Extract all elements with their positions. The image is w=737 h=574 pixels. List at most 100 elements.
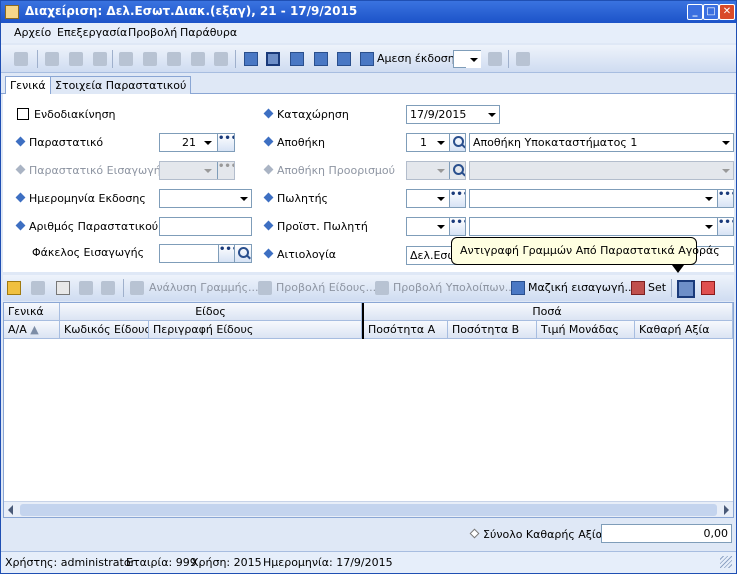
intra-transfer-checkbox[interactable]: Ενδοδιακίνηση — [17, 108, 116, 121]
salesman-code-field[interactable]: ••• — [406, 189, 466, 208]
registration-label: Καταχώρηση — [263, 108, 349, 121]
document-label: Παραστατικό — [15, 136, 103, 149]
menu-edit[interactable]: Επεξεργασία — [57, 26, 127, 39]
scrollbar-thumb[interactable] — [20, 504, 717, 516]
delete-line-icon[interactable] — [31, 281, 45, 295]
document-number-field[interactable]: 21••• — [159, 133, 235, 152]
ellipsis-button[interactable]: ••• — [218, 245, 238, 262]
menu-view[interactable]: Προβολή — [128, 26, 177, 39]
line-action-2-icon[interactable] — [101, 281, 115, 295]
chevron-down-icon — [433, 162, 448, 179]
remaining-view-button[interactable]: Προβολή Υπολοίπων... — [393, 281, 515, 294]
print-icon[interactable] — [214, 52, 228, 66]
chevron-down-icon[interactable] — [701, 190, 716, 207]
chevron-down-icon[interactable] — [718, 134, 733, 151]
issue-date-field[interactable] — [159, 189, 252, 208]
resize-grip-icon[interactable] — [720, 556, 732, 568]
warehouse-name-field[interactable]: Αποθήκη Υποκαταστήματος 1 — [469, 133, 734, 152]
ellipsis-button[interactable]: ••• — [217, 134, 234, 151]
column-header-item-code[interactable]: Κωδικός Είδους — [60, 321, 149, 339]
set-icon[interactable] — [631, 281, 645, 295]
copy-lines-icon[interactable] — [701, 281, 715, 295]
column-header-unit-price[interactable]: Τιμή Μονάδας — [537, 321, 635, 339]
document-serial-field[interactable] — [159, 217, 252, 236]
sales-supervisor-name-field[interactable]: ••• — [469, 217, 734, 236]
salesman-name-field[interactable]: ••• — [469, 189, 734, 208]
chevron-down-icon[interactable] — [433, 134, 448, 151]
remaining-view-icon[interactable] — [375, 281, 389, 295]
list-view-icon[interactable] — [290, 52, 304, 66]
item-view-button[interactable]: Προβολή Είδους... — [276, 281, 376, 294]
band-divider — [362, 303, 364, 339]
line-analysis-button[interactable]: Ανάλυση Γραμμής... — [149, 281, 259, 294]
copy-lines-from-purchase-icon[interactable] — [677, 280, 695, 298]
registration-date-field[interactable]: 17/9/2015 — [406, 105, 500, 124]
status-year: Χρήση: 2015 — [191, 556, 262, 569]
lines-view-icon[interactable] — [266, 52, 280, 66]
chevron-down-icon[interactable] — [433, 218, 448, 235]
band-item: Είδος — [60, 303, 362, 321]
diamond-icon — [469, 528, 480, 539]
scroll-right-icon[interactable] — [724, 505, 729, 515]
chevron-down-icon[interactable] — [200, 134, 215, 151]
chevron-down-icon[interactable] — [484, 106, 499, 123]
document-icon[interactable] — [337, 52, 351, 66]
new-icon[interactable] — [119, 52, 133, 66]
search-icon[interactable] — [234, 245, 251, 262]
total-net-value-field: 0,00 — [601, 524, 732, 543]
ellipsis-button[interactable]: ••• — [449, 190, 465, 207]
form-view-icon[interactable] — [244, 52, 258, 66]
bulk-import-button[interactable]: Μαζική εισαγωγή... — [528, 281, 635, 294]
destination-warehouse-name-field — [469, 161, 734, 180]
horizontal-scrollbar[interactable] — [4, 501, 733, 517]
warehouse-code-field[interactable]: 1 — [406, 133, 466, 152]
sales-supervisor-code-field[interactable]: ••• — [406, 217, 466, 236]
ellipsis-button[interactable]: ••• — [717, 218, 733, 235]
ellipsis-button[interactable]: ••• — [449, 218, 465, 235]
column-header-net-value[interactable]: Καθαρή Αξία — [635, 321, 733, 339]
new-line-icon[interactable] — [7, 281, 21, 295]
tab-general[interactable]: Γενικά — [5, 76, 51, 95]
globe-icon[interactable] — [488, 52, 502, 66]
band-general: Γενικά — [4, 303, 60, 321]
cut-icon[interactable] — [45, 52, 59, 66]
menu-windows[interactable]: Παράθυρα — [180, 26, 237, 39]
separator — [112, 50, 113, 68]
copy-record-icon[interactable] — [143, 52, 157, 66]
direct-issue-combo[interactable] — [453, 50, 481, 68]
scroll-left-icon[interactable] — [8, 505, 13, 515]
search-icon[interactable] — [449, 134, 465, 151]
maximize-button[interactable]: □ — [703, 4, 719, 20]
save-icon[interactable] — [191, 52, 205, 66]
line-analysis-icon[interactable] — [130, 281, 144, 295]
paste-icon[interactable] — [93, 52, 107, 66]
undo-icon[interactable] — [14, 52, 28, 66]
set-button[interactable]: Set — [648, 281, 666, 294]
column-header-qty-b[interactable]: Ποσότητα Β — [448, 321, 537, 339]
chevron-down-icon[interactable] — [701, 218, 716, 235]
separator — [671, 279, 672, 297]
import-folder-field[interactable]: ••• — [159, 244, 252, 263]
minimize-button[interactable]: _ — [687, 4, 703, 20]
line-action-icon[interactable] — [79, 281, 93, 295]
chevron-down-icon[interactable] — [466, 51, 481, 68]
chevron-down-icon[interactable] — [433, 190, 448, 207]
edit-line-icon[interactable] — [56, 281, 70, 295]
chevron-down-icon[interactable] — [236, 190, 251, 207]
column-header-item-description[interactable]: Περιγραφή Είδους — [149, 321, 362, 339]
attachment-icon[interactable] — [516, 52, 530, 66]
copy-icon[interactable] — [69, 52, 83, 66]
lines-toolbar: Ανάλυση Γραμμής... Προβολή Είδους... Προ… — [3, 275, 734, 301]
tab-document-details[interactable]: Στοιχεία Παραστατικού — [50, 76, 192, 94]
menu-file[interactable]: Αρχείο — [14, 26, 51, 39]
bulk-import-icon[interactable] — [511, 281, 525, 295]
ellipsis-button[interactable]: ••• — [717, 190, 733, 207]
transform-icon[interactable] — [314, 52, 328, 66]
delete-icon[interactable] — [167, 52, 181, 66]
column-header-aa[interactable]: Α/Α ▲ — [4, 321, 60, 339]
item-view-icon[interactable] — [258, 281, 272, 295]
column-header-qty-a[interactable]: Ποσότητα Α — [362, 321, 448, 339]
close-button[interactable]: ✕ — [719, 4, 735, 20]
direct-issue-icon[interactable] — [360, 52, 374, 66]
direct-issue-label[interactable]: Αμεση έκδοση — [377, 52, 455, 65]
